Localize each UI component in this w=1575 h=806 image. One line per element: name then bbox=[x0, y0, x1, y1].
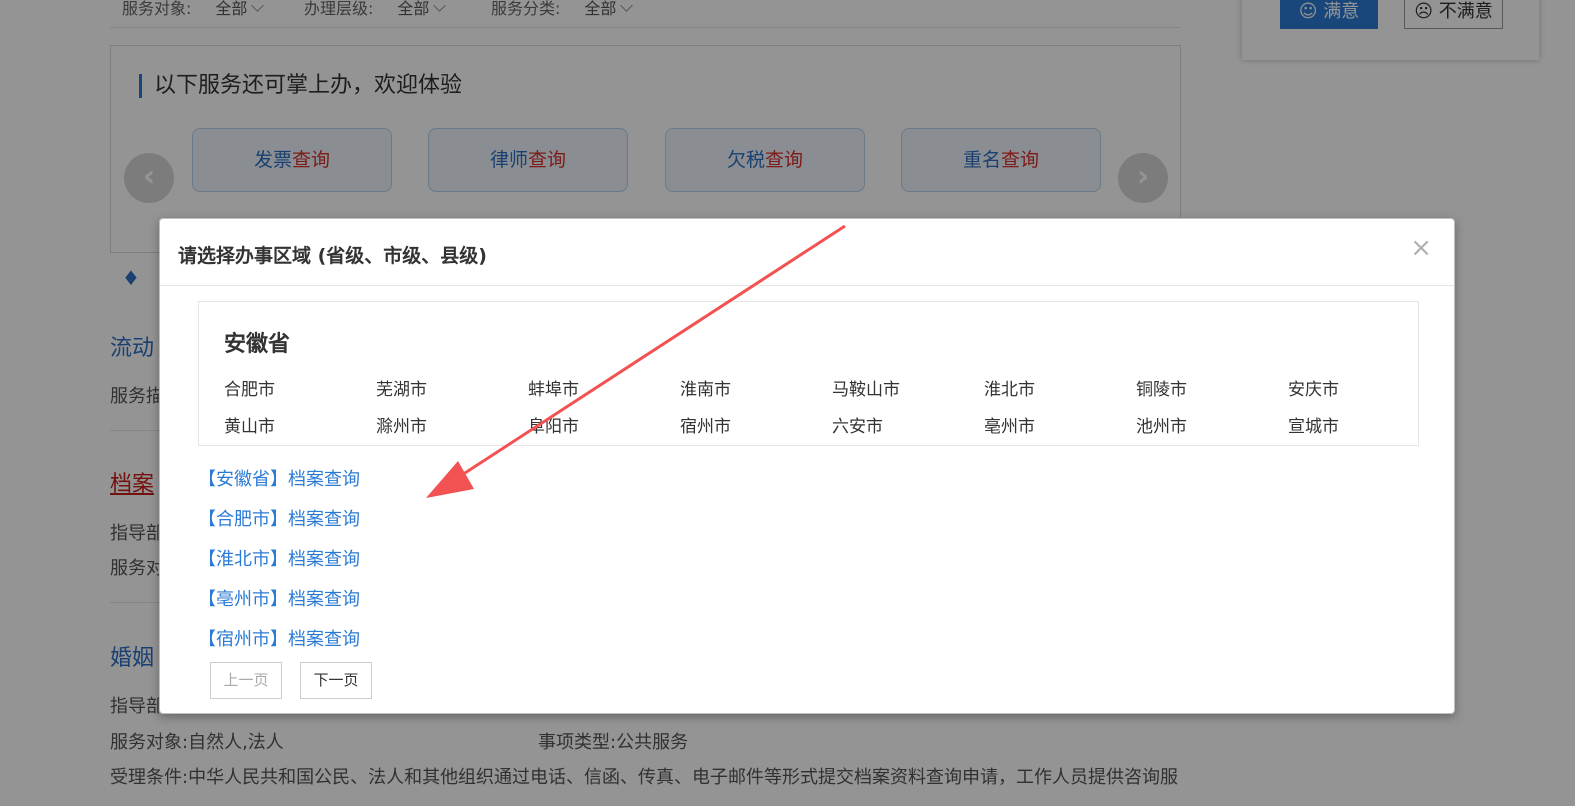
prev-page-button[interactable]: 上一页 bbox=[210, 662, 282, 699]
dialog-title: 请选择办事区域 (省级、市级、县级) bbox=[178, 245, 487, 267]
city-link[interactable]: 阜阳市 bbox=[528, 412, 579, 437]
result-link[interactable]: 【安徽省】档案查询 bbox=[198, 465, 360, 491]
dialog-header: 请选择办事区域 (省级、市级、县级) × bbox=[160, 219, 1454, 286]
city-link[interactable]: 蚌埠市 bbox=[528, 375, 579, 400]
result-link[interactable]: 【淮北市】档案查询 bbox=[198, 545, 360, 571]
city-link[interactable]: 亳州市 bbox=[984, 412, 1035, 437]
city-link[interactable]: 芜湖市 bbox=[376, 375, 427, 400]
result-link[interactable]: 【亳州市】档案查询 bbox=[198, 585, 360, 611]
city-link[interactable]: 淮北市 bbox=[984, 375, 1035, 400]
city-link[interactable]: 马鞍山市 bbox=[832, 375, 900, 400]
city-link[interactable]: 淮南市 bbox=[680, 375, 731, 400]
city-link[interactable]: 滁州市 bbox=[376, 412, 427, 437]
city-link[interactable]: 合肥市 bbox=[224, 375, 275, 400]
result-link[interactable]: 【宿州市】档案查询 bbox=[198, 625, 360, 651]
city-link[interactable]: 宣城市 bbox=[1288, 412, 1339, 437]
city-link[interactable]: 宿州市 bbox=[680, 412, 731, 437]
city-link[interactable]: 安庆市 bbox=[1288, 375, 1339, 400]
city-link[interactable]: 六安市 bbox=[832, 412, 883, 437]
province-name[interactable]: 安徽省 bbox=[224, 326, 290, 358]
region-panel: 安徽省 合肥市 芜湖市 蚌埠市 淮南市 马鞍山市 淮北市 铜陵市 安庆市 黄山市… bbox=[198, 301, 1419, 446]
result-link[interactable]: 【合肥市】档案查询 bbox=[198, 505, 360, 531]
next-page-button[interactable]: 下一页 bbox=[300, 662, 372, 699]
city-link[interactable]: 铜陵市 bbox=[1136, 375, 1187, 400]
region-select-dialog: 请选择办事区域 (省级、市级、县级) × 安徽省 合肥市 芜湖市 蚌埠市 淮南市… bbox=[159, 218, 1455, 714]
city-link[interactable]: 池州市 bbox=[1136, 412, 1187, 437]
city-link[interactable]: 黄山市 bbox=[224, 412, 275, 437]
close-icon[interactable]: × bbox=[1410, 233, 1432, 263]
